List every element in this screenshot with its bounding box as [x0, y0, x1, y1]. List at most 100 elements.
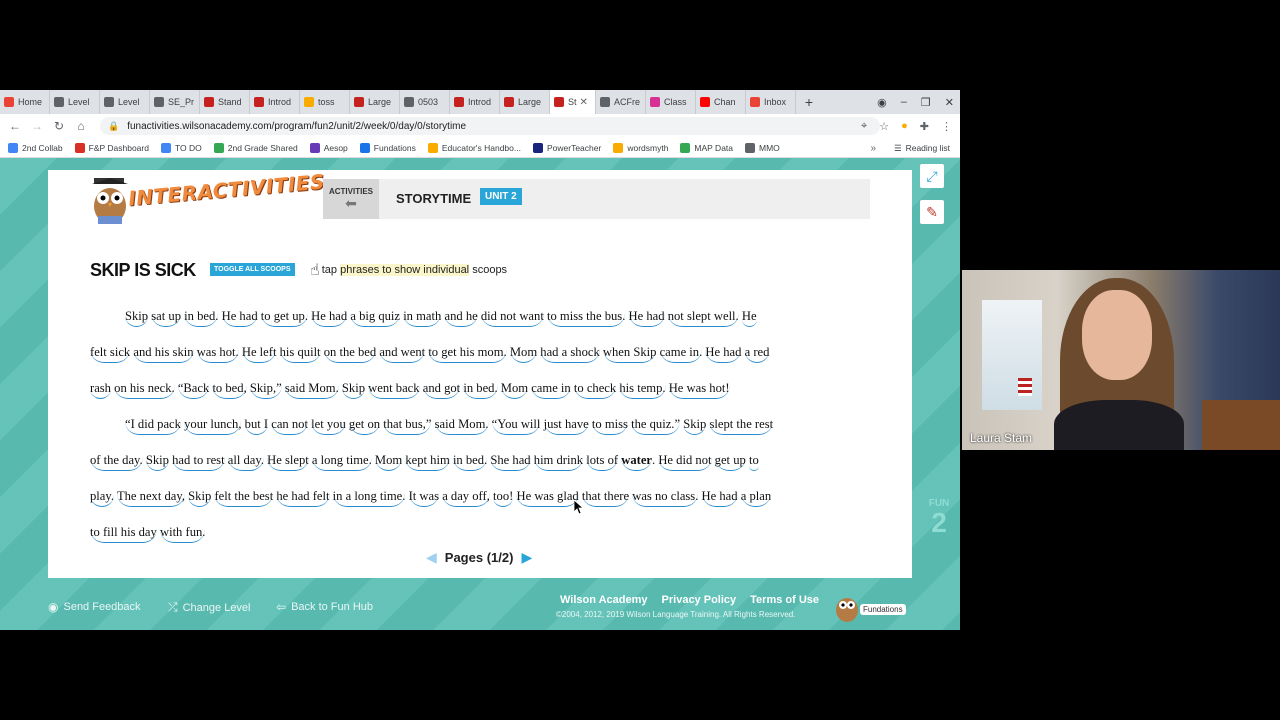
url-field[interactable]: 🔒 funactivities.wilsonacademy.com/progra…: [100, 117, 880, 135]
story-phrase[interactable]: came in.: [659, 345, 703, 363]
story-phrase[interactable]: It was: [408, 489, 440, 507]
browser-tab[interactable]: Chan: [696, 90, 746, 114]
story-phrase[interactable]: He was hot!: [668, 381, 730, 399]
story-phrase[interactable]: the quiz.”: [631, 417, 681, 435]
bookmark-item[interactable]: Aesop: [309, 142, 348, 153]
story-phrase[interactable]: kept him: [405, 453, 450, 471]
story-phrase[interactable]: He had: [311, 309, 348, 327]
close-window-button[interactable]: ✕: [945, 96, 954, 109]
story-phrase[interactable]: and went: [379, 345, 426, 363]
story-phrase[interactable]: that there: [581, 489, 630, 507]
toggle-all-scoops-button[interactable]: TOGGLE ALL SCOOPS: [210, 263, 295, 276]
bookmark-item[interactable]: 2nd Grade Shared: [213, 142, 298, 153]
fullscreen-icon[interactable]: ⤢: [920, 164, 944, 188]
story-phrase[interactable]: your lunch,: [184, 417, 242, 435]
story-phrase[interactable]: He had: [705, 345, 742, 363]
story-phrase[interactable]: on his neck.: [114, 381, 175, 399]
story-phrase[interactable]: a big quiz: [350, 309, 401, 327]
story-phrase[interactable]: said Mom.: [434, 417, 489, 435]
puzzle-icon[interactable]: ✚: [920, 120, 929, 133]
story-phrase[interactable]: and got: [422, 381, 461, 399]
story-phrase[interactable]: to miss: [591, 417, 628, 435]
bookmarks-more-button[interactable]: »: [870, 138, 876, 158]
story-phrase[interactable]: He had: [221, 309, 258, 327]
restore-button[interactable]: ❐: [921, 96, 931, 109]
story-phrase[interactable]: too!: [493, 489, 514, 507]
browser-tab[interactable]: Introd: [250, 90, 300, 114]
story-phrase[interactable]: felt sick: [90, 345, 131, 363]
send-feedback-link[interactable]: ◉ Send Feedback: [48, 600, 141, 614]
story-phrase[interactable]: “I did pack: [125, 417, 181, 435]
story-phrase[interactable]: Skip: [683, 417, 707, 435]
story-phrase[interactable]: in math: [403, 309, 442, 327]
story-phrase[interactable]: and he: [444, 309, 478, 327]
story-phrase[interactable]: He left: [241, 345, 277, 363]
story-phrase[interactable]: rash: [90, 381, 111, 399]
back-icon[interactable]: ←: [4, 119, 26, 133]
browser-tab[interactable]: SE_Pr: [150, 90, 200, 114]
story-phrase[interactable]: a plan: [740, 489, 772, 507]
story-phrase[interactable]: Mom: [509, 345, 538, 363]
change-level-link[interactable]: ⤮ Change Level: [168, 600, 251, 615]
story-phrase[interactable]: just have: [543, 417, 589, 435]
browser-tab[interactable]: St ✕: [550, 90, 596, 114]
story-phrase[interactable]: slept the rest: [709, 417, 774, 435]
browser-tab[interactable]: toss: [300, 90, 350, 114]
forward-icon[interactable]: →: [26, 119, 48, 133]
story-phrase[interactable]: to check: [573, 381, 617, 399]
story-phrase[interactable]: but I: [244, 417, 269, 435]
story-phrase[interactable]: to fill his day: [90, 525, 157, 543]
story-phrase[interactable]: felt the best: [214, 489, 274, 507]
story-phrase[interactable]: play.: [90, 489, 115, 507]
privacy-policy-link[interactable]: Privacy Policy: [662, 594, 737, 606]
reading-list-button[interactable]: ☰ Reading list: [894, 138, 950, 158]
story-phrase[interactable]: He slept: [267, 453, 309, 471]
story-phrase[interactable]: get on: [348, 417, 381, 435]
story-phrase[interactable]: He had: [701, 489, 738, 507]
story-phrase[interactable]: Mom: [374, 453, 403, 471]
bookmark-item[interactable]: MAP Data: [680, 142, 733, 153]
bookmark-item[interactable]: PowerTeacher: [532, 142, 601, 153]
story-phrase[interactable]: to: [748, 453, 759, 471]
reload-icon[interactable]: ↻: [48, 119, 70, 133]
story-phrase[interactable]: had to rest: [172, 453, 225, 471]
bookmark-item[interactable]: F&P Dashboard: [74, 142, 149, 153]
terms-of-use-link[interactable]: Terms of Use: [750, 594, 819, 606]
story-phrase[interactable]: went back: [368, 381, 420, 399]
browser-tab[interactable]: ACFre: [596, 90, 646, 114]
extension-icon[interactable]: ●: [901, 120, 908, 132]
story-phrase[interactable]: get up: [714, 453, 746, 471]
story-phrase[interactable]: in bed.: [184, 309, 219, 327]
story-phrase[interactable]: in a long time.: [332, 489, 406, 507]
home-icon[interactable]: ⌂: [70, 119, 92, 133]
story-phrase[interactable]: he had felt: [276, 489, 330, 507]
story-phrase[interactable]: let you: [311, 417, 346, 435]
story-phrase[interactable]: lots of: [586, 453, 619, 471]
browser-tab[interactable]: Level: [100, 90, 150, 114]
story-phrase[interactable]: Skip: [125, 309, 149, 327]
story-phrase[interactable]: did not want: [480, 309, 544, 327]
browser-tab[interactable]: Level: [50, 90, 100, 114]
story-phrase[interactable]: not slept well.: [667, 309, 739, 327]
story-phrase[interactable]: a day off,: [442, 489, 490, 507]
tab-close-icon[interactable]: ✕: [580, 97, 588, 108]
story-phrase[interactable]: said Mom.: [284, 381, 339, 399]
story-phrase[interactable]: Skip,”: [249, 381, 282, 399]
story-phrase[interactable]: him drink: [533, 453, 584, 471]
browser-tab[interactable]: Large: [350, 90, 400, 114]
story-phrase[interactable]: can not: [271, 417, 308, 435]
story-phrase[interactable]: sat up: [151, 309, 181, 327]
story-phrase[interactable]: to miss the bus.: [546, 309, 626, 327]
previous-page-icon[interactable]: ◀: [426, 549, 437, 566]
story-phrase[interactable]: to bed,: [212, 381, 247, 399]
story-phrase[interactable]: He had: [628, 309, 665, 327]
bookmark-item[interactable]: wordsmyth: [613, 142, 668, 153]
story-phrase[interactable]: in bed.: [452, 453, 488, 471]
story-phrase[interactable]: water: [621, 453, 653, 471]
story-phrase[interactable]: a long time.: [311, 453, 372, 471]
story-phrase[interactable]: He: [741, 309, 757, 327]
bookmark-item[interactable]: MMO: [745, 142, 780, 153]
activities-back-button[interactable]: ACTIVITIES ⬅: [323, 179, 379, 219]
story-phrase[interactable]: on the bed: [323, 345, 377, 363]
story-phrase[interactable]: came in: [531, 381, 571, 399]
